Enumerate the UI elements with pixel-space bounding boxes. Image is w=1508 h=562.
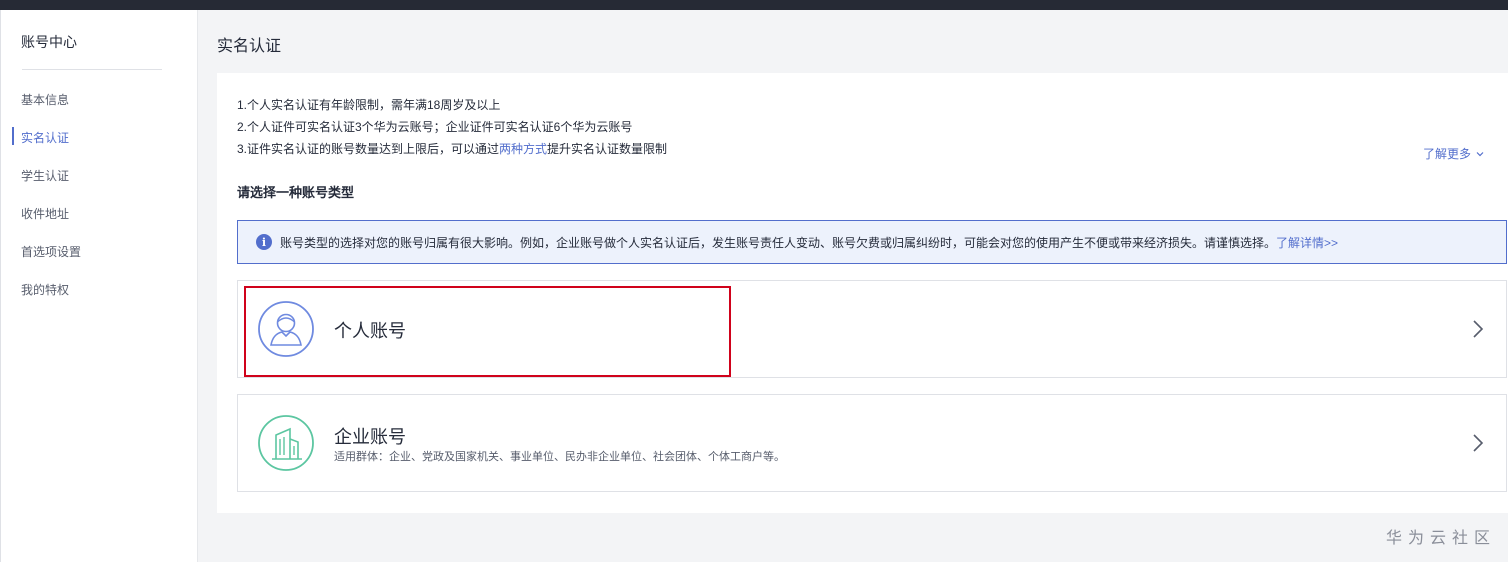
page-title: 实名认证 <box>217 38 282 55</box>
personal-account-name: 个人账号 <box>334 321 406 341</box>
chevron-right-icon <box>1473 320 1484 338</box>
sidebar-active-indicator <box>12 127 14 145</box>
enterprise-account-name: 企业账号 <box>334 427 406 447</box>
main-card: 1.个人实名认证有年龄限制，需年满18周岁及以上 2.个人证件可实名认证3个华为… <box>217 73 1508 513</box>
sidebar-item-basic-info[interactable]: 基本信息 <box>21 92 69 108</box>
sidebar-divider <box>22 69 162 70</box>
alert-message: 账号类型的选择对您的账号归属有很大影响。例如，企业账号做个人实名认证后，发生账号… <box>280 235 1277 250</box>
sidebar-title: 账号中心 <box>21 34 77 50</box>
chevron-down-icon <box>1476 151 1484 156</box>
enterprise-account-desc: 适用群体：企业、党政及国家机关、事业单位、民办非企业单位、社会团体、个体工商户等… <box>334 451 785 463</box>
enterprise-account-option[interactable]: 企业账号 适用群体：企业、党政及国家机关、事业单位、民办非企业单位、社会团体、个… <box>237 394 1507 492</box>
note-line-3: 3.证件实名认证的账号数量达到上限后，可以通过两种方式提升实名认证数量限制 <box>237 141 667 157</box>
note-line-3-suffix: 提升实名认证数量限制 <box>547 142 668 156</box>
note-line-1: 1.个人实名认证有年龄限制，需年满18周岁及以上 <box>237 98 501 112</box>
sidebar-item-privileges[interactable]: 我的特权 <box>21 282 69 298</box>
learn-more-label: 了解更多 <box>1423 147 1472 161</box>
warning-alert: i 账号类型的选择对您的账号归属有很大影响。例如，企业账号做个人实名认证后，发生… <box>237 220 1507 264</box>
chevron-right-icon <box>1473 434 1484 452</box>
watermark: 华为云社区 <box>1385 530 1496 547</box>
learn-more-link[interactable]: 了解更多 <box>1423 145 1485 162</box>
personal-account-option[interactable]: 个人账号 <box>237 280 1507 378</box>
two-ways-link[interactable]: 两种方式 <box>499 142 547 156</box>
alert-text: 账号类型的选择对您的账号归属有很大影响。例如，企业账号做个人实名认证后，发生账号… <box>280 234 1338 251</box>
section-title: 请选择一种账号类型 <box>237 185 355 200</box>
note-line-3-prefix: 3.证件实名认证的账号数量达到上限后，可以通过 <box>237 142 500 156</box>
building-icon <box>258 415 314 471</box>
sidebar-item-address[interactable]: 收件地址 <box>21 206 69 222</box>
sidebar-item-student[interactable]: 学生认证 <box>21 168 69 184</box>
sidebar-item-real-name[interactable]: 实名认证 <box>21 130 69 146</box>
top-bar <box>0 0 1508 10</box>
note-line-2: 2.个人证件可实名认证3个华为云账号；企业证件可实名认证6个华为云账号 <box>237 120 633 134</box>
sidebar-item-preferences[interactable]: 首选项设置 <box>21 244 81 260</box>
person-icon <box>258 301 314 357</box>
info-icon: i <box>256 234 272 250</box>
sidebar: 账号中心 基本信息 实名认证 学生认证 收件地址 首选项设置 我的特权 <box>0 10 198 562</box>
alert-details-link[interactable]: 了解详情>> <box>1276 236 1338 250</box>
